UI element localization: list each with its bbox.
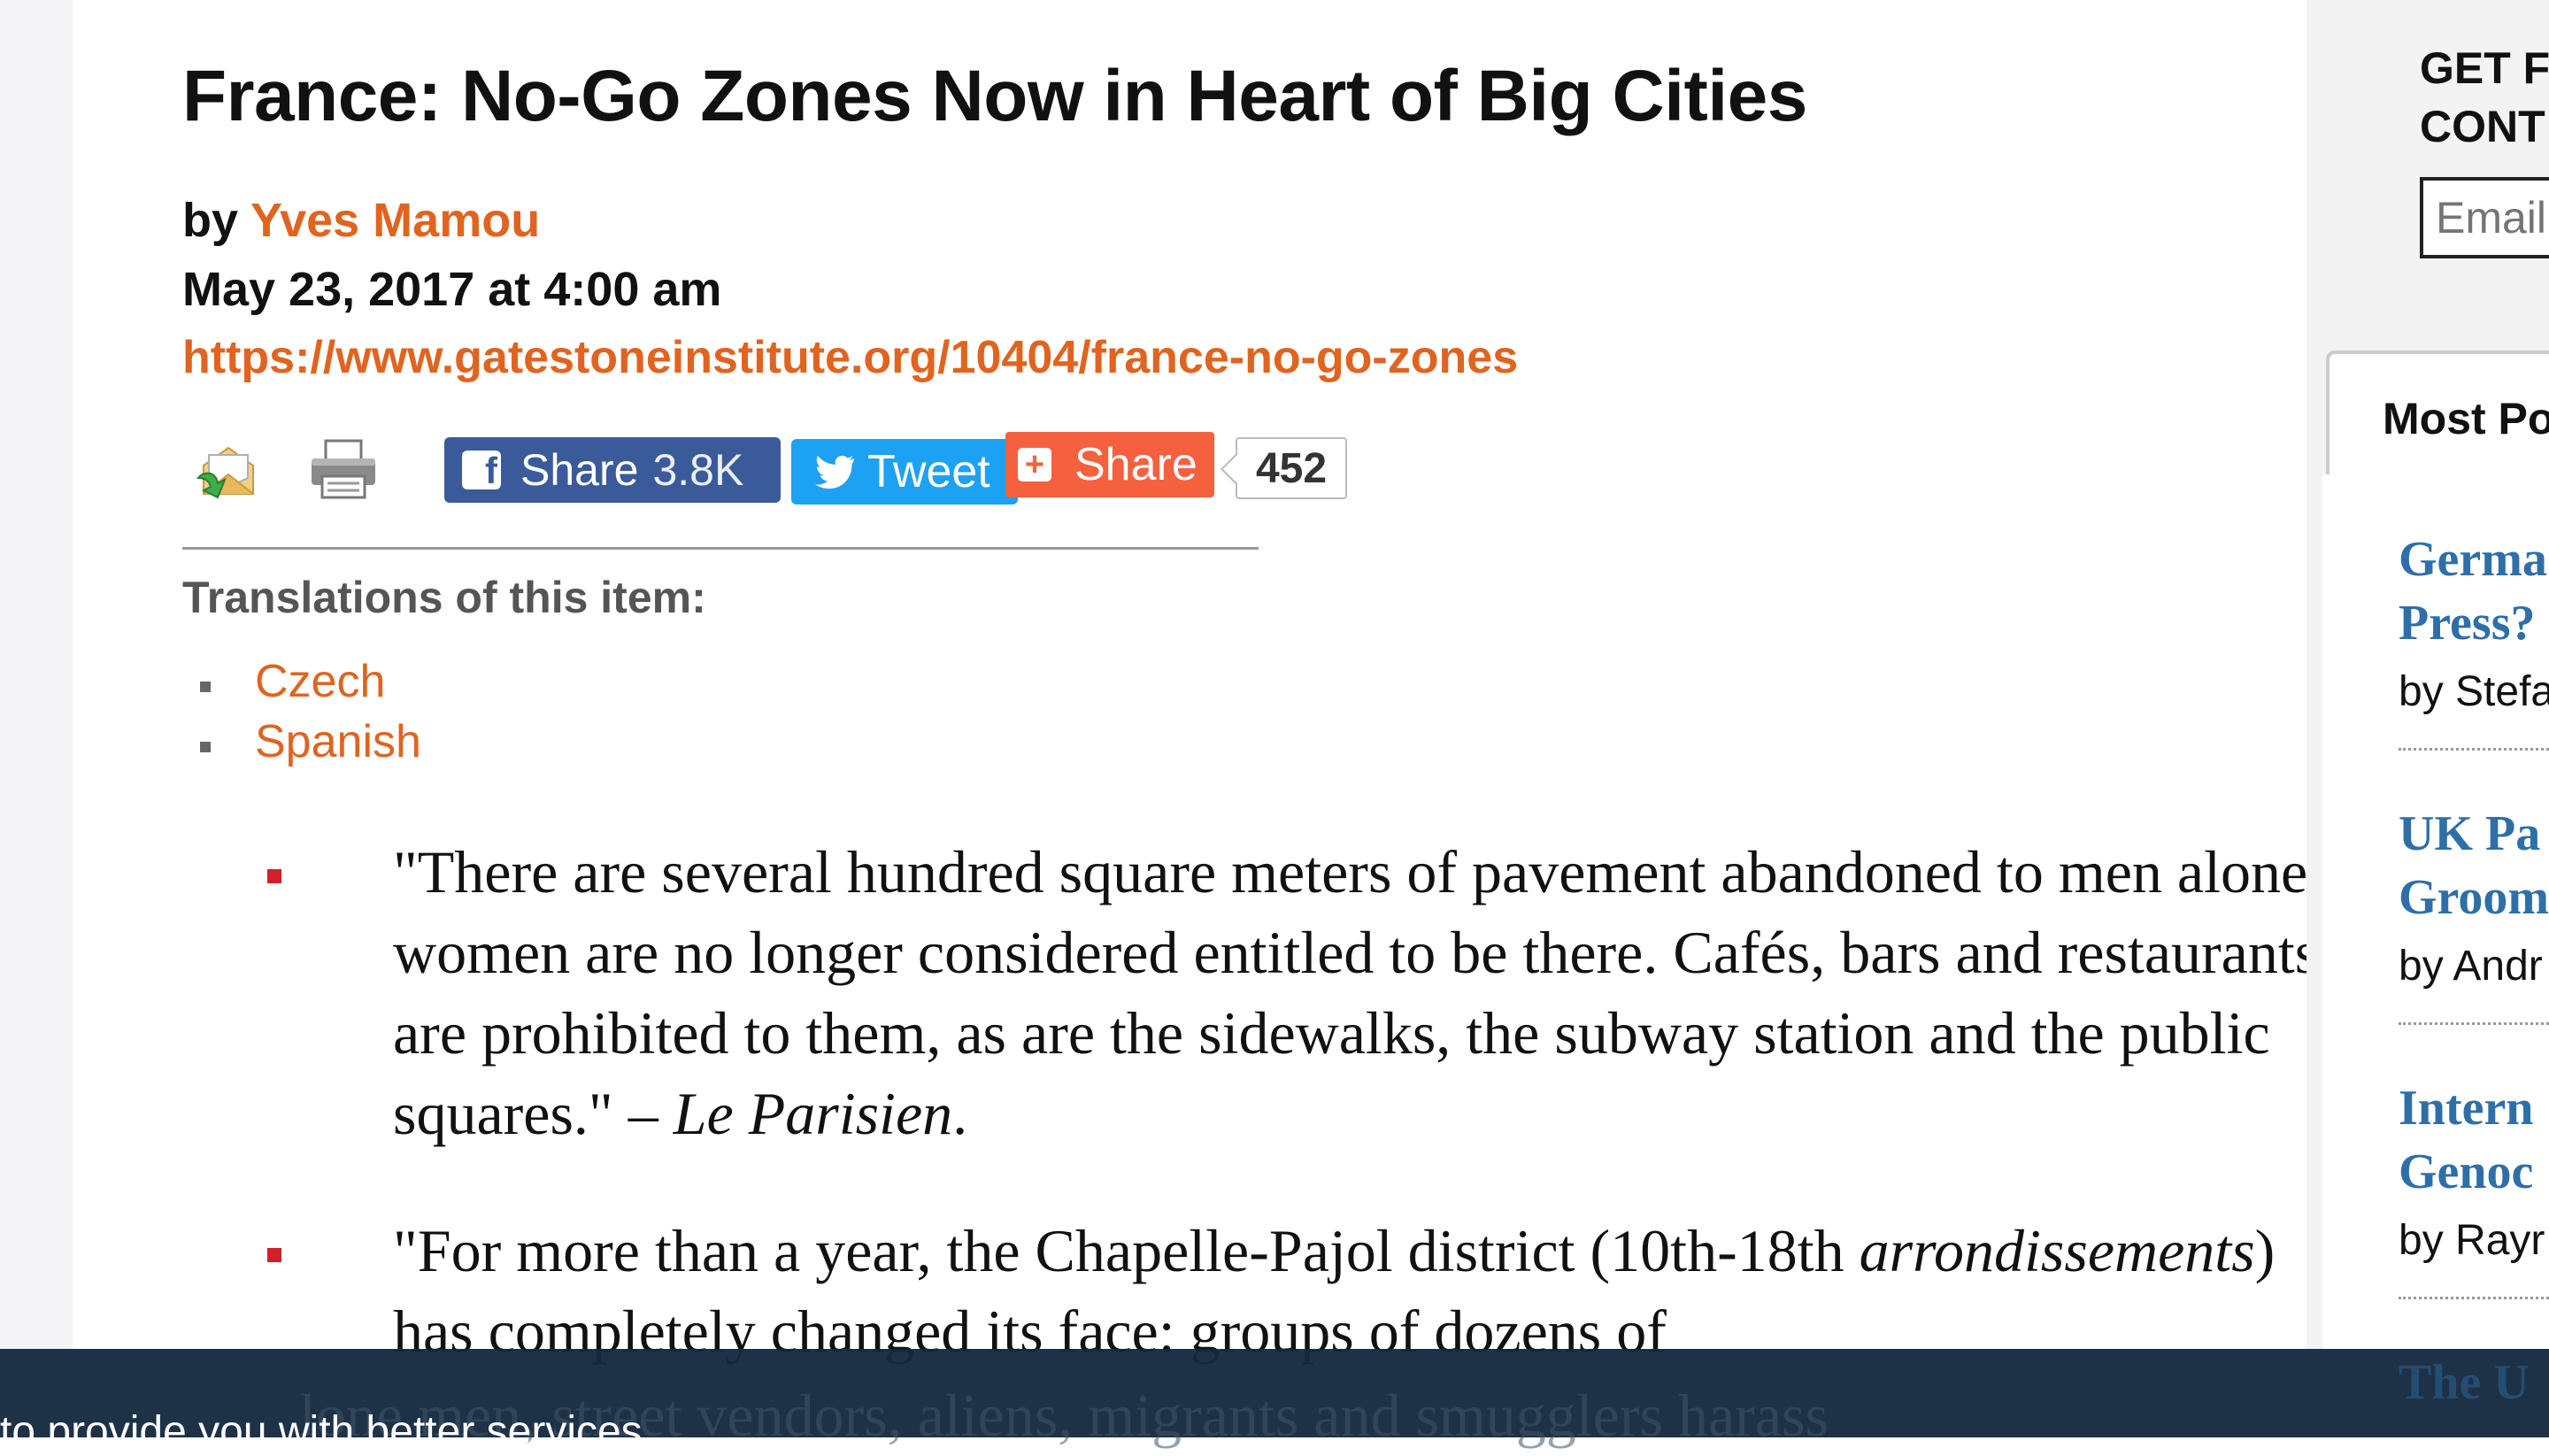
item-divider — [2399, 1297, 2549, 1299]
popular-article-item[interactable]: UK Pa Groom by Andr — [2399, 802, 2549, 1025]
print-icon[interactable] — [308, 437, 379, 501]
twitter-tweet-button[interactable]: Tweet — [791, 439, 1018, 505]
quote-end: . — [952, 1080, 968, 1147]
popular-article-item[interactable]: Intern Genoc by Rayr — [2399, 1076, 2549, 1299]
email-share-icon[interactable] — [195, 435, 262, 503]
quote-text-start: "For more than a year, the Chapelle-Pajo… — [393, 1217, 1860, 1284]
article-main: France: No-Go Zones Now in Heart of Big … — [182, 0, 2324, 1437]
popular-article-headline[interactable]: Press? — [2399, 591, 2549, 655]
addthis-share-button[interactable]: + Share — [1005, 432, 1214, 497]
addthis-share-label: Share — [1074, 439, 1197, 490]
quote-source: Le Parisien — [673, 1080, 953, 1147]
newsletter-heading-line2: CONT — [2420, 102, 2545, 151]
article-url-link[interactable]: https://www.gatestoneinstitute.org/10404… — [182, 331, 1518, 384]
translation-item-spanish[interactable]: Spanish — [200, 715, 421, 775]
item-divider — [2399, 1022, 2549, 1025]
popular-article-byline: by Stefa — [2399, 668, 2549, 715]
translations-list: Czech Spanish — [200, 655, 421, 775]
popular-article-headline[interactable]: Germa — [2399, 528, 2549, 591]
byline: by Yves Mamou — [182, 193, 540, 248]
popular-article-headline[interactable]: Groom — [2399, 866, 2549, 929]
popular-article-headline[interactable]: UK Pa — [2399, 802, 2549, 866]
cookie-consent-text: to provide you with better services. — [0, 1408, 655, 1455]
quote-item: "For more than a year, the Chapelle-Pajo… — [264, 1211, 2353, 1372]
facebook-icon: f — [462, 451, 501, 489]
translation-item-czech[interactable]: Czech — [200, 655, 421, 715]
translation-link[interactable]: Spanish — [255, 716, 421, 767]
popular-article-headline[interactable]: Genoc — [2399, 1140, 2549, 1204]
popular-article-item[interactable]: The U — [2399, 1351, 2549, 1414]
popular-article-headline[interactable]: The U — [2399, 1351, 2549, 1414]
byline-prefix: by — [182, 194, 251, 247]
red-bullet — [267, 869, 281, 883]
facebook-share-button[interactable]: f Share 3.8K — [444, 437, 781, 503]
newsletter-heading-line1: GET F — [2420, 43, 2549, 93]
facebook-share-count: 3.8K — [652, 445, 744, 495]
popular-article-byline: by Rayr — [2399, 1217, 2545, 1264]
popular-article-item[interactable]: Germa Press? by Stefa — [2399, 528, 2549, 751]
left-gutter — [0, 0, 73, 1437]
quote-emphasis: arrondissements — [1859, 1217, 2255, 1284]
twitter-bird-icon — [815, 455, 854, 489]
list-bullet — [200, 682, 211, 692]
share-divider — [182, 547, 1259, 550]
translations-label: Translations of this item: — [182, 573, 706, 622]
translation-link[interactable]: Czech — [255, 656, 385, 707]
item-divider — [2399, 748, 2549, 751]
quote-item: "There are several hundred square meters… — [264, 832, 2353, 1154]
popular-article-headline[interactable]: Intern — [2399, 1076, 2549, 1140]
list-bullet — [200, 742, 211, 752]
plus-icon: + — [1018, 448, 1051, 481]
author-link[interactable]: Yves Mamou — [250, 194, 540, 247]
share-count-bubble: 452 — [1236, 437, 1347, 499]
most-popular-tab-label: Most Po — [2383, 394, 2549, 443]
popular-article-byline: by Andr — [2399, 943, 2543, 990]
facebook-share-label: Share — [520, 445, 639, 495]
summary-quotes: "There are several hundred square meters… — [264, 832, 2353, 1429]
newsletter-heading: GET F CONT — [2420, 39, 2549, 156]
publish-date: May 23, 2017 at 4:00 am — [182, 263, 722, 316]
red-bullet — [267, 1248, 281, 1262]
article-title: France: No-Go Zones Now in Heart of Big … — [182, 56, 1807, 136]
share-toolbar: f Share 3.8K Tweet + Share 452 — [182, 432, 1457, 505]
newsletter-email-input[interactable] — [2420, 177, 2549, 258]
twitter-tweet-label: Tweet — [867, 446, 990, 497]
